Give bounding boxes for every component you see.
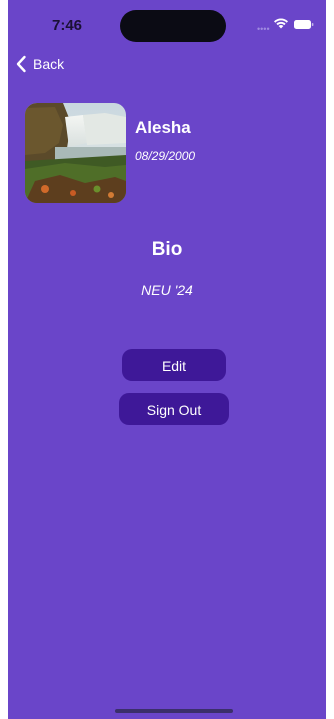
bio-heading: Bio: [151, 239, 183, 260]
profile-screen: 7:46 •••• Back Alesha 08/29/2000 Bio NEU…: [8, 0, 326, 719]
wifi-icon: [274, 18, 288, 29]
battery-icon: [294, 20, 314, 29]
waterfall-landscape-photo: [25, 103, 126, 203]
profile-birthdate: 08/29/2000: [135, 149, 196, 163]
profile-name: Alesha: [135, 118, 191, 137]
bio-text: NEU '24: [141, 282, 193, 298]
back-label: Back: [33, 56, 65, 72]
dynamic-island: [120, 10, 226, 42]
cellular-signal-icon: ••••: [257, 24, 270, 34]
status-time: 7:46: [52, 17, 83, 34]
edit-button[interactable]: Edit: [122, 349, 226, 381]
sign-out-button[interactable]: Sign Out: [119, 393, 229, 425]
profile-photo: [25, 103, 126, 203]
chevron-left-icon: [16, 55, 26, 73]
back-button[interactable]: Back: [15, 55, 64, 73]
status-bar: 7:46 ••••: [8, 0, 326, 50]
home-indicator[interactable]: [115, 709, 233, 713]
